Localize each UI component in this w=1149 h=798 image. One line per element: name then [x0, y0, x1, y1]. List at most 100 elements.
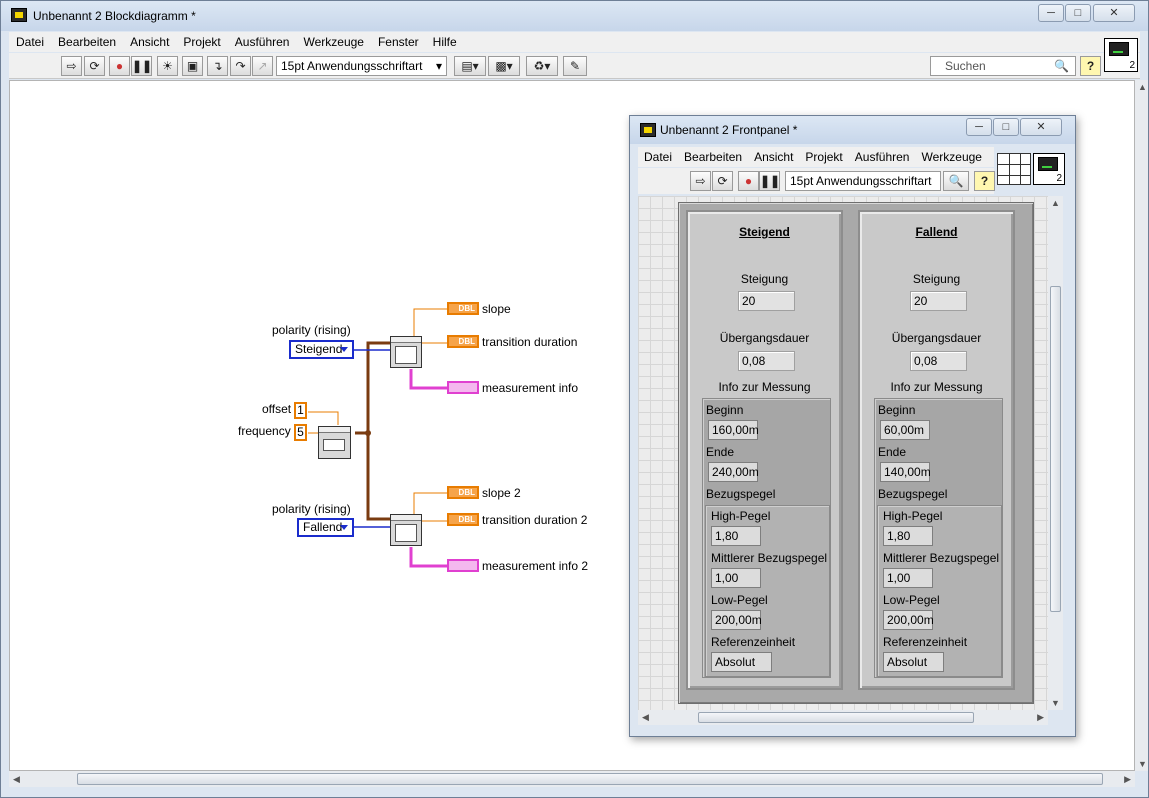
- context-help-button[interactable]: ?: [1080, 56, 1101, 76]
- measurement-info-2-indicator[interactable]: [447, 559, 479, 572]
- fp-menu-ausfuehren[interactable]: Ausführen: [849, 147, 916, 164]
- scroll-right-icon[interactable]: ▶: [1037, 712, 1044, 723]
- measurement-info-indicator[interactable]: [447, 381, 479, 394]
- clean-up-diagram-icon[interactable]: ✎: [563, 56, 587, 76]
- fp-menu-bearbeiten[interactable]: Bearbeiten: [678, 147, 748, 164]
- menu-hilfe[interactable]: Hilfe: [426, 32, 464, 49]
- fp-menu-werkzeuge[interactable]: Werkzeuge: [915, 147, 987, 164]
- frequency-constant[interactable]: 5: [294, 424, 307, 441]
- front-panel-canvas[interactable]: Steigend Steigung 20 Übergangsdauer 0,08…: [638, 196, 1048, 710]
- fp-context-help-button[interactable]: ?: [974, 171, 995, 191]
- maximize-button[interactable]: □: [1065, 4, 1091, 22]
- reorder-icon[interactable]: ♻▾: [526, 56, 558, 76]
- low-pegel-label: Low-Pegel: [711, 593, 768, 607]
- slope-2-indicator[interactable]: DBL: [447, 486, 479, 499]
- menu-bearbeiten[interactable]: Bearbeiten: [51, 32, 123, 49]
- steigung-label: Steigung: [740, 272, 789, 286]
- title-bar[interactable]: Unbenannt 2 Blockdiagramm * ─ □ ✕: [1, 1, 1148, 31]
- step-into-icon[interactable]: ↴: [207, 56, 228, 76]
- polarity-label-2: polarity (rising): [272, 502, 351, 516]
- close-button[interactable]: ✕: [1093, 4, 1135, 22]
- polarity-enum-1[interactable]: Steigend: [289, 340, 354, 359]
- referenzeinheit-value[interactable]: Absolut: [711, 652, 772, 672]
- scroll-up-icon[interactable]: ▲: [1138, 82, 1147, 92]
- fp-maximize-button[interactable]: □: [993, 118, 1019, 136]
- connector-pane-icon[interactable]: [997, 153, 1031, 185]
- step-out-icon[interactable]: ↗: [252, 56, 273, 76]
- abort-icon[interactable]: ●: [109, 56, 130, 76]
- pause-icon[interactable]: ❚❚: [131, 56, 152, 76]
- vi-connector-icon[interactable]: 2: [1104, 38, 1138, 72]
- fp-horizontal-scroll-thumb[interactable]: [698, 712, 974, 723]
- search-input[interactable]: Suchen 🔍: [930, 56, 1076, 76]
- low-pegel-value[interactable]: 200,00m: [711, 610, 762, 630]
- run-continuously-icon[interactable]: ⟳: [712, 171, 733, 191]
- menu-projekt[interactable]: Projekt: [176, 32, 227, 49]
- fp-menu-datei[interactable]: Datei: [638, 147, 678, 164]
- simulate-signal-vi[interactable]: [318, 426, 351, 459]
- minimize-button[interactable]: ─: [1038, 4, 1064, 22]
- run-arrow-icon[interactable]: ⇨: [690, 171, 711, 191]
- scroll-up-icon[interactable]: ▲: [1051, 198, 1060, 208]
- transition-measurement-vi-2[interactable]: [390, 514, 422, 546]
- align-objects-icon[interactable]: ▤▾: [454, 56, 486, 76]
- abort-icon[interactable]: ●: [738, 171, 759, 191]
- fp-vertical-scrollbar[interactable]: ▲ ▼: [1048, 196, 1063, 710]
- high-pegel-value[interactable]: 1,80: [711, 526, 761, 546]
- dbl-tag: DBL: [458, 304, 475, 313]
- transition-duration-2-indicator[interactable]: DBL: [447, 513, 479, 526]
- uebergangsdauer-value[interactable]: 0,08: [738, 351, 795, 371]
- pause-icon[interactable]: ❚❚: [759, 171, 780, 191]
- polarity-enum-2[interactable]: Fallend: [297, 518, 354, 537]
- menu-datei[interactable]: Datei: [9, 32, 51, 49]
- scroll-left-icon[interactable]: ◀: [642, 712, 649, 723]
- search-icon[interactable]: 🔍: [1054, 57, 1069, 75]
- uebergangsdauer-value[interactable]: 0,08: [910, 351, 967, 371]
- offset-constant[interactable]: 1: [294, 402, 307, 419]
- steigung-value[interactable]: 20: [910, 291, 967, 311]
- search-icon[interactable]: 🔍: [943, 171, 969, 191]
- fp-horizontal-scrollbar[interactable]: ◀ ▶: [638, 710, 1048, 725]
- mittlerer-bezugspegel-value[interactable]: 1,00: [883, 568, 933, 588]
- ende-value[interactable]: 240,00m: [708, 462, 759, 482]
- step-over-icon[interactable]: ↷: [230, 56, 251, 76]
- slope-indicator[interactable]: DBL: [447, 302, 479, 315]
- beginn-value[interactable]: 60,00m: [880, 420, 930, 440]
- distribute-objects-icon[interactable]: ▩▾: [488, 56, 520, 76]
- scroll-down-icon[interactable]: ▼: [1138, 759, 1147, 769]
- menu-fenster[interactable]: Fenster: [371, 32, 426, 49]
- high-pegel-value[interactable]: 1,80: [883, 526, 933, 546]
- vertical-scrollbar[interactable]: ▲ ▼: [1135, 80, 1148, 771]
- retain-wire-values-icon[interactable]: ▣: [182, 56, 203, 76]
- horizontal-scroll-thumb[interactable]: [77, 773, 1103, 785]
- low-pegel-value[interactable]: 200,00m: [883, 610, 934, 630]
- ende-value[interactable]: 140,00m: [880, 462, 931, 482]
- fp-font-selector[interactable]: 15pt Anwendungsschriftart: [785, 171, 941, 191]
- fp-menu-projekt[interactable]: Projekt: [799, 147, 848, 164]
- menu-ausfuehren[interactable]: Ausführen: [228, 32, 297, 49]
- fp-vertical-scroll-thumb[interactable]: [1050, 286, 1061, 612]
- run-continuously-icon[interactable]: ⟳: [84, 56, 105, 76]
- menu-ansicht[interactable]: Ansicht: [123, 32, 176, 49]
- referenzeinheit-value[interactable]: Absolut: [883, 652, 944, 672]
- scroll-right-icon[interactable]: ▶: [1124, 774, 1131, 785]
- fp-minimize-button[interactable]: ─: [966, 118, 992, 136]
- dbl-tag: DBL: [458, 488, 475, 497]
- run-arrow-icon[interactable]: ⇨: [61, 56, 82, 76]
- scroll-left-icon[interactable]: ◀: [13, 774, 20, 785]
- fp-close-button[interactable]: ✕: [1020, 118, 1062, 136]
- fp-menu-ansicht[interactable]: Ansicht: [748, 147, 799, 164]
- mittlerer-bezugspegel-value[interactable]: 1,00: [711, 568, 761, 588]
- menu-werkzeuge[interactable]: Werkzeuge: [296, 32, 370, 49]
- steigung-value[interactable]: 20: [738, 291, 795, 311]
- font-selector[interactable]: 15pt Anwendungsschriftart ▾: [276, 56, 447, 76]
- fp-vi-icon[interactable]: 2: [1033, 153, 1065, 185]
- fp-title-bar[interactable]: Unbenannt 2 Frontpanel * ─ □ ✕: [630, 116, 1075, 144]
- transition-measurement-vi-1[interactable]: [390, 336, 422, 368]
- highlight-execution-icon[interactable]: ☀: [157, 56, 178, 76]
- mittlerer-bezugspegel-label: Mittlerer Bezugspegel: [711, 551, 828, 565]
- scroll-down-icon[interactable]: ▼: [1051, 698, 1060, 708]
- transition-duration-indicator[interactable]: DBL: [447, 335, 479, 348]
- horizontal-scrollbar[interactable]: ◀ ▶: [9, 771, 1135, 787]
- beginn-value[interactable]: 160,00m: [708, 420, 759, 440]
